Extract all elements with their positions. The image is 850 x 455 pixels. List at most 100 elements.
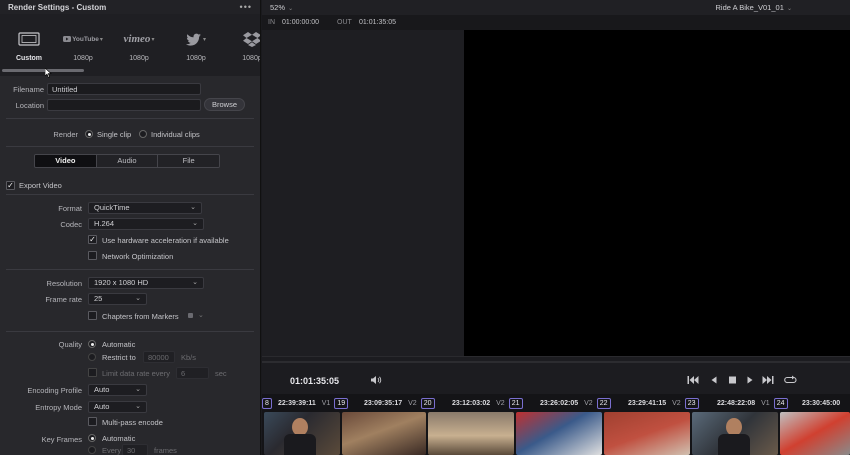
encoding-profile-dropdown[interactable]: Auto ⌄ <box>88 384 147 396</box>
location-field[interactable] <box>47 99 201 111</box>
preset-youtube[interactable]: YouTube ▾ 1080p <box>56 30 110 62</box>
format-label: Format <box>58 204 82 213</box>
timeline-title-text: Ride A Bike_V01_01 <box>715 3 784 12</box>
clip-header: 22:39:39:11 V1 19 <box>278 397 349 409</box>
format-dropdown[interactable]: QuickTime ⌄ <box>88 202 202 214</box>
individual-clips-label: Individual clips <box>151 130 200 139</box>
preset-label: 1080p <box>129 55 149 62</box>
clip-number-badge: 19 <box>334 397 349 409</box>
timeline-title[interactable]: Ride A Bike_V01_01 ⌄ <box>715 3 792 12</box>
resolution-value: 1920 x 1080 HD <box>94 278 149 287</box>
step-back-icon[interactable] <box>710 375 718 387</box>
tab-audio[interactable]: Audio <box>95 155 158 167</box>
marker-color-swatch[interactable] <box>188 313 193 318</box>
tab-video[interactable]: Video <box>35 155 96 167</box>
panel-title: Render Settings - Custom <box>8 2 107 12</box>
youtube-wordmark: YouTube <box>72 35 99 43</box>
location-label: Location <box>15 101 44 110</box>
clip-thumbnail[interactable] <box>516 412 602 455</box>
keyframes-every-label: Every <box>102 446 122 455</box>
clip-header: 8 <box>262 397 272 409</box>
stop-icon[interactable] <box>728 375 737 387</box>
single-clip-radio[interactable] <box>85 130 93 138</box>
codec-value: H.264 <box>94 219 115 228</box>
frame-rate-dropdown[interactable]: 25 ⌄ <box>88 293 147 305</box>
chapters-label: Chapters from Markers <box>102 312 179 321</box>
chevron-down-icon: ⌄ <box>192 279 198 286</box>
settings-tabs: Video Audio File <box>34 154 220 168</box>
restrict-unit-label: Kb/s <box>181 353 197 362</box>
export-video-checkbox[interactable]: ✓ <box>6 181 15 190</box>
clip-number-badge: 8 <box>262 397 272 409</box>
panel-options-icon[interactable]: ••• <box>240 2 252 12</box>
tab-file[interactable]: File <box>157 155 219 167</box>
filename-field[interactable]: Untitled <box>47 83 201 95</box>
restrict-bitrate-field[interactable]: 80000 <box>143 351 175 363</box>
codec-dropdown[interactable]: H.264 ⌄ <box>88 218 204 230</box>
preset-vimeo[interactable]: vimeo ▾ 1080p <box>112 30 166 62</box>
multipass-label: Multi-pass encode <box>102 418 163 427</box>
keyframes-every-field[interactable]: 30 <box>122 444 148 455</box>
quality-automatic-radio[interactable] <box>88 340 96 348</box>
preset-custom[interactable]: Custom <box>2 30 56 62</box>
loop-icon[interactable] <box>784 375 797 387</box>
chapters-checkbox[interactable] <box>88 311 97 320</box>
chevron-down-icon: ⌄ <box>135 295 141 302</box>
video-viewer[interactable] <box>464 30 850 356</box>
zoom-value: 52% <box>270 3 286 12</box>
individual-clips-radio[interactable] <box>139 130 147 138</box>
multipass-checkbox[interactable] <box>88 417 97 426</box>
keyframes-unit-label: frames <box>154 446 177 455</box>
chevron-down-icon: ⌄ <box>786 6 792 12</box>
clip-thumbnail[interactable] <box>264 412 340 455</box>
panel-header: Render Settings - Custom ••• <box>0 0 260 14</box>
clip-thumbnail[interactable] <box>342 412 426 455</box>
quality-restrict-radio[interactable] <box>88 353 96 361</box>
go-to-end-icon[interactable] <box>762 375 774 387</box>
quality-label: Quality <box>58 340 82 349</box>
hw-accel-checkbox[interactable]: ✓ <box>88 235 97 244</box>
render-label: Render <box>53 130 78 139</box>
clip-strip: 8 22:39:39:11 V1 19 23:09:35:17 V2 20 23… <box>262 394 850 455</box>
limit-data-rate-checkbox[interactable] <box>88 368 97 377</box>
single-clip-label: Single clip <box>97 130 132 139</box>
clip-timecode: 23:26:02:05 <box>540 399 579 407</box>
resolution-dropdown[interactable]: 1920 x 1080 HD ⌄ <box>88 277 204 289</box>
clip-header: 22:48:22:08 V1 24 <box>717 397 788 409</box>
go-to-start-icon[interactable] <box>687 375 699 387</box>
keyframes-automatic-radio[interactable] <box>88 434 96 442</box>
entropy-mode-dropdown[interactable]: Auto ⌄ <box>88 401 147 413</box>
twitter-bird-icon: ▾ <box>169 30 223 48</box>
hw-accel-label: Use hardware acceleration if available <box>102 236 229 245</box>
frame-rate-label: Frame rate <box>45 295 82 304</box>
chevron-down-icon: ⌄ <box>288 6 294 12</box>
preset-twitter[interactable]: ▾ 1080p <box>169 30 223 62</box>
keyframes-every-radio[interactable] <box>88 446 96 454</box>
in-label: IN <box>268 19 275 26</box>
clip-thumbnail[interactable] <box>428 412 514 455</box>
network-opt-label: Network Optimization <box>102 252 174 261</box>
format-value: QuickTime <box>94 203 130 212</box>
clip-timecode: 23:29:41:15 <box>628 399 667 407</box>
scrubber[interactable] <box>262 361 850 363</box>
clip-thumbnail[interactable] <box>604 412 690 455</box>
clip-thumbnail[interactable] <box>780 412 850 455</box>
chevron-down-icon: ⌄ <box>192 220 198 227</box>
clip-track: V2 <box>496 399 505 407</box>
preset-scrollbar[interactable] <box>2 69 84 72</box>
clip-number-badge: 21 <box>508 397 523 409</box>
browse-button[interactable]: Browse <box>204 98 245 111</box>
preset-dropbox[interactable]: 1080p <box>225 30 261 62</box>
limit-seconds-field[interactable]: 6 <box>176 367 209 379</box>
chevron-down-icon: ⌄ <box>135 403 141 410</box>
preset-label: 1080p <box>242 55 261 62</box>
dropbox-icon <box>225 30 260 48</box>
clip-timecode: 23:30:45:00 <box>802 399 841 407</box>
speaker-icon[interactable] <box>370 375 382 387</box>
play-icon[interactable] <box>746 375 754 387</box>
network-opt-checkbox[interactable] <box>88 251 97 260</box>
clip-thumbnail[interactable] <box>692 412 778 455</box>
chevron-down-icon[interactable]: ⌄ <box>198 311 204 319</box>
quality-restrict-label: Restrict to <box>102 353 136 362</box>
zoom-dropdown[interactable]: 52% ⌄ <box>270 3 293 12</box>
